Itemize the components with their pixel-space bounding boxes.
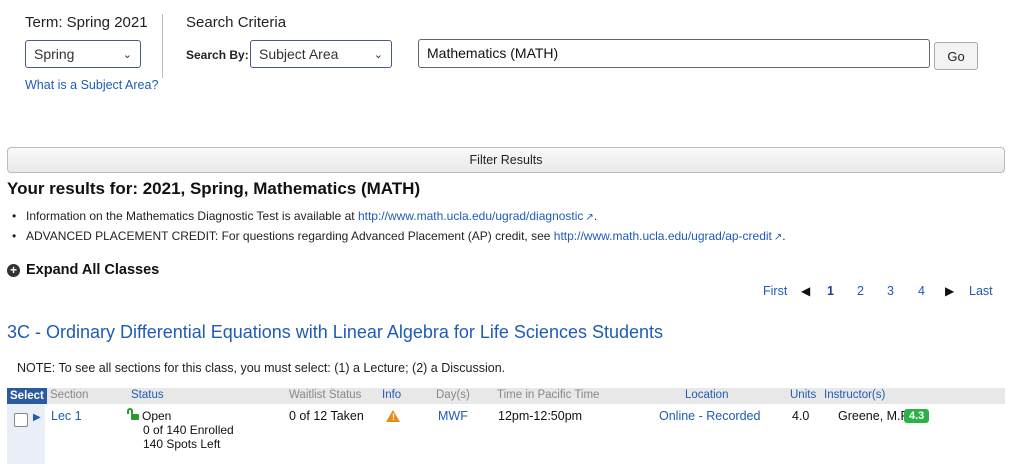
header-time[interactable]: Time in Pacific Time — [497, 389, 599, 401]
pager-page-2[interactable]: 2 — [857, 284, 864, 298]
days-link[interactable]: MWF — [438, 409, 468, 423]
pager-page-3[interactable]: 3 — [887, 284, 894, 298]
section-checkbox[interactable] — [14, 413, 28, 427]
unlock-icon — [127, 408, 139, 420]
table-header: Select Section Status Waitlist Status In… — [7, 388, 1005, 404]
section-link[interactable]: Lec 1 — [51, 409, 82, 423]
class-note: NOTE: To see all sections for this class… — [17, 361, 506, 375]
pager-page-1[interactable]: 1 — [827, 284, 834, 298]
term-label: Term: Spring 2021 — [25, 14, 148, 31]
divider — [162, 14, 163, 78]
plus-circle-icon: + — [7, 263, 20, 277]
triangle-right-icon[interactable]: ▶ — [945, 284, 954, 298]
list-item: • ADVANCED PLACEMENT CREDIT: For question… — [12, 229, 786, 243]
search-by-label: Search By: — [186, 48, 249, 62]
warning-icon-mark: ! — [392, 412, 395, 422]
triangle-left-icon[interactable]: ◀ — [801, 284, 810, 298]
info-bullets: • Information on the Mathematics Diagnost… — [12, 207, 786, 247]
pager-last[interactable]: Last — [969, 284, 993, 298]
ap-credit-link[interactable]: http://www.math.ucla.edu/ugrad/ap-credit — [554, 229, 772, 243]
status-cell: Open 0 of 140 Enrolled 140 Spots Left — [127, 408, 234, 451]
header-days[interactable]: Day(s) — [436, 389, 470, 401]
triangle-right-icon[interactable]: ▶ — [33, 412, 41, 423]
header-select[interactable]: Select — [7, 388, 47, 404]
time-cell: 12pm-12:50pm — [498, 409, 583, 423]
header-info[interactable]: Info — [382, 389, 401, 401]
search-by-select[interactable]: Subject Area ⌄ — [250, 40, 392, 68]
list-item: • Information on the Mathematics Diagnost… — [12, 209, 598, 223]
spots-left: 140 Spots Left — [143, 437, 221, 451]
header-units[interactable]: Units — [790, 389, 816, 401]
header-instructor[interactable]: Instructor(s) — [824, 389, 885, 401]
instructor-name: Greene, M.P. — [838, 409, 911, 423]
chevron-down-icon: ⌄ — [373, 48, 383, 61]
instructor-rating-badge[interactable]: 4.3 — [904, 409, 930, 423]
expand-all-label: Expand All Classes — [26, 262, 160, 278]
enrolled-count: 0 of 140 Enrolled — [143, 423, 234, 437]
pagination: First ◀ 1 2 3 4 ▶ Last — [0, 284, 1024, 300]
subject-input[interactable]: Mathematics (MATH) — [418, 39, 930, 68]
search-criteria-label: Search Criteria — [186, 14, 287, 31]
filter-results-button[interactable]: Filter Results — [7, 147, 1005, 173]
expand-all-button[interactable]: + Expand All Classes — [7, 262, 159, 278]
search-by-value: Subject Area — [259, 46, 339, 62]
header-section[interactable]: Section — [50, 389, 88, 401]
go-button[interactable]: Go — [934, 42, 978, 70]
term-select[interactable]: Spring ⌄ — [25, 40, 141, 68]
header-waitlist[interactable]: Waitlist Status — [289, 389, 361, 401]
term-select-value: Spring — [34, 46, 75, 62]
units-cell: 4.0 — [792, 409, 810, 423]
location-link[interactable]: Online - Recorded — [659, 409, 760, 423]
class-title-link[interactable]: 3C - Ordinary Differential Equations wit… — [7, 322, 663, 343]
chevron-down-icon: ⌄ — [122, 48, 132, 61]
status-text: Open — [142, 409, 172, 423]
header-status[interactable]: Status — [131, 389, 164, 401]
pager-page-4[interactable]: 4 — [918, 284, 925, 298]
pager-first[interactable]: First — [763, 284, 787, 298]
subject-area-help-link[interactable]: What is a Subject Area? — [25, 78, 158, 92]
external-link-icon: ↗ — [585, 212, 594, 223]
diagnostic-link[interactable]: http://www.math.ucla.edu/ugrad/diagnosti… — [358, 209, 583, 223]
results-title: Your results for: 2021, Spring, Mathemat… — [7, 179, 421, 198]
header-location[interactable]: Location — [685, 389, 728, 401]
waitlist-status: 0 of 12 Taken — [289, 409, 364, 423]
